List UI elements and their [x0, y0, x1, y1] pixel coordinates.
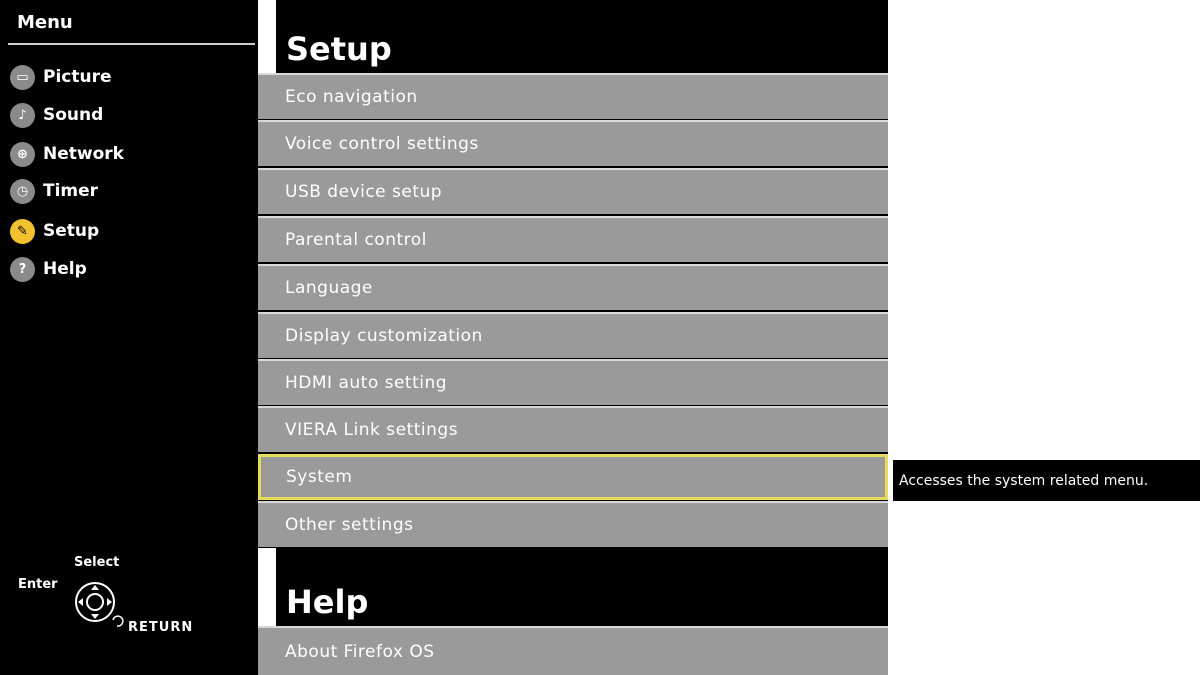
menu-item-label: HDMI auto setting — [285, 373, 448, 393]
setup-menu-panel: Setup Eco navigation Voice control setti… — [258, 0, 888, 675]
picture-icon: ▭ — [10, 64, 35, 90]
menu-item-label: Language — [285, 278, 373, 298]
menu-item-label: Other settings — [285, 515, 414, 535]
sidebar-item-sound[interactable]: ♪ Sound — [10, 100, 250, 130]
sidebar-item-label: Picture — [43, 67, 112, 87]
header-accent-strip — [258, 548, 276, 626]
sidebar-item-timer[interactable]: ◷ Timer — [10, 176, 250, 206]
sidebar-item-label: Sound — [43, 105, 104, 125]
menu-item-system[interactable]: System — [258, 454, 888, 500]
menu-item-parental-control[interactable]: Parental control — [258, 216, 888, 262]
setup-section-header: Setup — [276, 0, 888, 73]
menu-item-eco-navigation[interactable]: Eco navigation — [258, 73, 888, 119]
clock-icon: ◷ — [10, 178, 35, 204]
hint-enter-label: Enter — [18, 577, 58, 592]
menu-item-label: Eco navigation — [285, 87, 418, 107]
menu-item-about-firefox-os[interactable]: About Firefox OS — [258, 626, 888, 675]
sidebar-item-label: Network — [43, 144, 124, 164]
hint-select-label: Select — [74, 555, 120, 570]
menu-item-label: About Firefox OS — [285, 641, 435, 662]
menu-title: Menu — [17, 12, 73, 33]
menu-item-voice-control-settings[interactable]: Voice control settings — [258, 120, 888, 166]
menu-item-usb-device-setup[interactable]: USB device setup — [258, 168, 888, 214]
sidebar-item-picture[interactable]: ▭ Picture — [10, 62, 250, 92]
sidebar-item-network[interactable]: ⊕ Network — [10, 139, 250, 169]
menu-item-label: VIERA Link settings — [285, 420, 459, 440]
question-icon: ? — [10, 256, 35, 282]
menu-item-other-settings[interactable]: Other settings — [258, 501, 888, 547]
globe-icon: ⊕ — [10, 141, 35, 167]
sidebar-item-label: Timer — [43, 181, 99, 201]
menu-item-hdmi-auto-setting[interactable]: HDMI auto setting — [258, 359, 888, 405]
menu-divider — [8, 43, 255, 45]
menu-item-label: System — [286, 467, 353, 487]
dpad-icon — [75, 582, 124, 627]
menu-item-language[interactable]: Language — [258, 264, 888, 310]
sidebar-item-label: Setup — [43, 221, 100, 241]
remote-control-hint: Select Enter RETURN — [0, 548, 258, 648]
item-description-tooltip: Accesses the system related menu. — [893, 460, 1200, 501]
menu-item-label: USB device setup — [285, 182, 443, 202]
header-accent-strip — [258, 0, 276, 73]
menu-item-label: Voice control settings — [285, 134, 479, 154]
sidebar-item-setup[interactable]: ✎ Setup — [10, 216, 250, 246]
music-note-icon: ♪ — [10, 102, 35, 128]
sidebar-item-help[interactable]: ? Help — [10, 254, 250, 284]
menu-item-label: Parental control — [285, 230, 427, 250]
menu-item-display-customization[interactable]: Display customization — [258, 312, 888, 358]
help-section-header: Help — [276, 548, 888, 626]
description-panel: Accesses the system related menu. — [888, 0, 1200, 675]
hint-return-label: RETURN — [128, 620, 194, 635]
menu-item-label: Display customization — [285, 326, 483, 346]
menu-item-viera-link-settings[interactable]: VIERA Link settings — [258, 406, 888, 452]
sidebar-item-label: Help — [43, 259, 87, 279]
wrench-icon: ✎ — [10, 218, 35, 244]
main-menu-sidebar: Menu ▭ Picture ♪ Sound ⊕ Network ◷ Timer… — [0, 0, 258, 675]
section-title: Help — [286, 583, 369, 621]
page-title: Setup — [286, 30, 392, 68]
